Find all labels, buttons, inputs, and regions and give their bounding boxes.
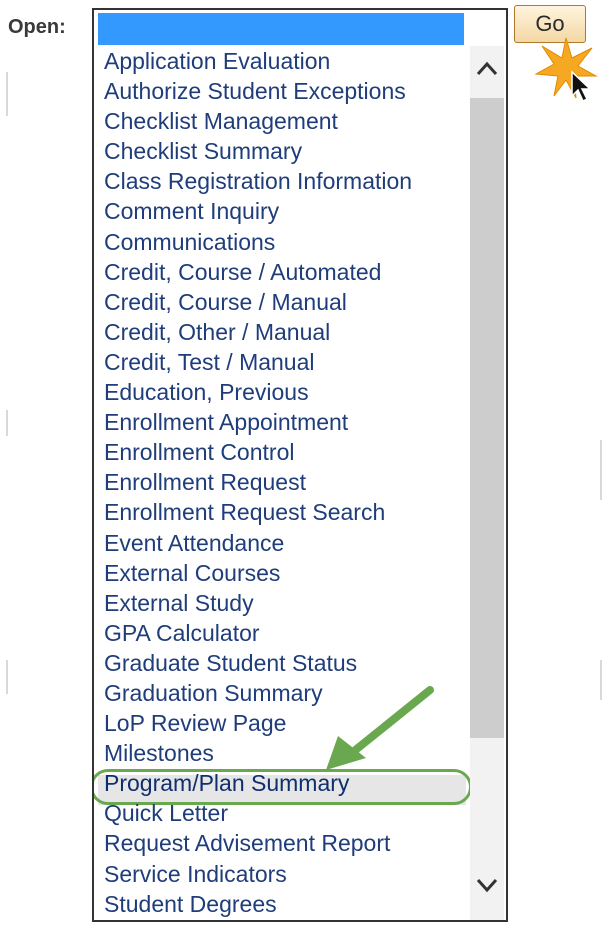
dropdown-option[interactable]: Enrollment Control — [104, 437, 412, 467]
dropdown-option[interactable]: Checklist Summary — [104, 136, 412, 166]
background-fragment — [6, 660, 8, 694]
dropdown-option[interactable]: Credit, Test / Manual — [104, 347, 412, 377]
dropdown-option[interactable]: External Courses — [104, 558, 412, 588]
mouse-cursor-icon — [571, 70, 592, 103]
dropdown-option[interactable]: Student Degrees — [104, 889, 412, 919]
green-arrow-icon — [326, 686, 434, 770]
scrollbar-thumb[interactable] — [470, 98, 504, 738]
dropdown-option[interactable]: Enrollment Appointment — [104, 407, 412, 437]
selected-value[interactable] — [98, 13, 464, 45]
dropdown-option[interactable]: Credit, Course / Automated — [104, 257, 412, 287]
dropdown-option[interactable]: Credit, Other / Manual — [104, 317, 412, 347]
background-fragment — [600, 440, 602, 500]
background-fragment — [600, 660, 602, 700]
dropdown-option[interactable]: Comment Inquiry — [104, 196, 412, 226]
dropdown-option[interactable]: External Study — [104, 588, 412, 618]
option-list: Application Evaluation Authorize Student … — [104, 46, 412, 919]
dropdown-option[interactable]: Event Attendance — [104, 528, 412, 558]
dropdown-option[interactable]: Service Indicators — [104, 859, 412, 889]
background-fragment — [6, 72, 8, 116]
dropdown-option[interactable]: Graduate Student Status — [104, 648, 412, 678]
dropdown-option[interactable]: Enrollment Request — [104, 467, 412, 497]
dropdown-option[interactable]: Checklist Management — [104, 106, 412, 136]
dropdown-option[interactable]: GPA Calculator — [104, 618, 412, 648]
scrollbar[interactable] — [470, 46, 504, 920]
dropdown-option[interactable]: Communications — [104, 227, 412, 257]
dropdown-option[interactable]: Enrollment Request Search — [104, 497, 412, 527]
dropdown-option[interactable]: Authorize Student Exceptions — [104, 76, 412, 106]
open-dropdown[interactable]: Application Evaluation Authorize Student … — [92, 8, 508, 922]
chevron-up-icon[interactable] — [474, 56, 500, 82]
dropdown-option[interactable]: Education, Previous — [104, 377, 412, 407]
dropdown-option[interactable]: Class Registration Information — [104, 166, 412, 196]
background-fragment — [6, 410, 8, 436]
dropdown-option[interactable]: Request Advisement Report — [104, 828, 412, 858]
dropdown-option[interactable]: Credit, Course / Manual — [104, 287, 412, 317]
dropdown-option[interactable]: Application Evaluation — [104, 46, 412, 76]
dropdown-option[interactable]: Quick Letter — [104, 798, 412, 828]
chevron-down-icon[interactable] — [474, 872, 500, 898]
open-label: Open: — [8, 16, 66, 38]
